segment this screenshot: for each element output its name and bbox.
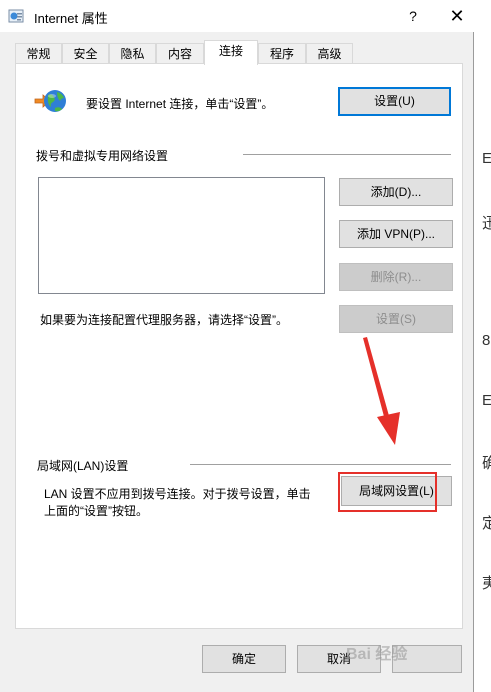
- background-text-fragment: 确: [482, 455, 491, 472]
- tab-connections[interactable]: 连接: [204, 40, 258, 65]
- delete-button[interactable]: 删除(R)...: [339, 263, 453, 291]
- section-divider: [243, 154, 451, 155]
- settings-button[interactable]: 设置(S): [339, 305, 453, 333]
- internet-properties-dialog: Internet 属性 ? ✕ 常规 安全 隐私 内容 连接 程序 高级 要设置…: [0, 0, 474, 692]
- background-text-fragment: 定: [482, 515, 491, 532]
- background-text-fragment: 迅: [482, 215, 491, 232]
- annotation-arrow-icon: [363, 337, 400, 445]
- close-button[interactable]: ✕: [440, 2, 474, 30]
- annotation-highlight-box: [338, 472, 437, 512]
- connections-list[interactable]: [38, 177, 325, 294]
- setup-button[interactable]: 设置(U): [338, 87, 451, 116]
- title-bar: Internet 属性 ? ✕: [0, 0, 474, 32]
- background-text-fragment: E: [482, 392, 491, 409]
- internet-options-icon: [8, 9, 24, 23]
- tab-content[interactable]: 内容: [156, 43, 204, 64]
- ok-button[interactable]: 确定: [202, 645, 286, 673]
- tab-programs[interactable]: 程序: [258, 43, 306, 64]
- lan-heading: 局域网(LAN)设置: [37, 459, 129, 473]
- dialup-vpn-heading: 拨号和虚拟专用网络设置: [36, 149, 169, 163]
- background-text-fragment: 夷: [482, 575, 491, 592]
- lan-description-line2: 上面的“设置”按钮。: [44, 504, 148, 518]
- tab-security[interactable]: 安全: [62, 43, 109, 64]
- tab-general[interactable]: 常规: [15, 43, 62, 64]
- background-text-fragment: 8: [482, 332, 491, 349]
- globe-connect-icon: [34, 90, 66, 112]
- setup-instruction-text: 要设置 Internet 连接，单击“设置”。: [86, 97, 274, 111]
- proxy-instruction-text: 如果要为连接配置代理服务器，请选择“设置”。: [40, 313, 288, 327]
- help-button[interactable]: ?: [400, 4, 426, 28]
- watermark: Bai 经验: [346, 646, 408, 663]
- lan-description-line1: LAN 设置不应用到拨号连接。对于拨号设置，单击: [44, 487, 311, 501]
- tab-advanced[interactable]: 高级: [306, 43, 353, 64]
- section-divider: [190, 464, 451, 465]
- add-button[interactable]: 添加(D)...: [339, 178, 453, 206]
- window-title: Internet 属性: [34, 11, 108, 26]
- background-text-fragment: E: [482, 150, 491, 167]
- add-vpn-button[interactable]: 添加 VPN(P)...: [339, 220, 453, 248]
- tab-privacy[interactable]: 隐私: [109, 43, 156, 64]
